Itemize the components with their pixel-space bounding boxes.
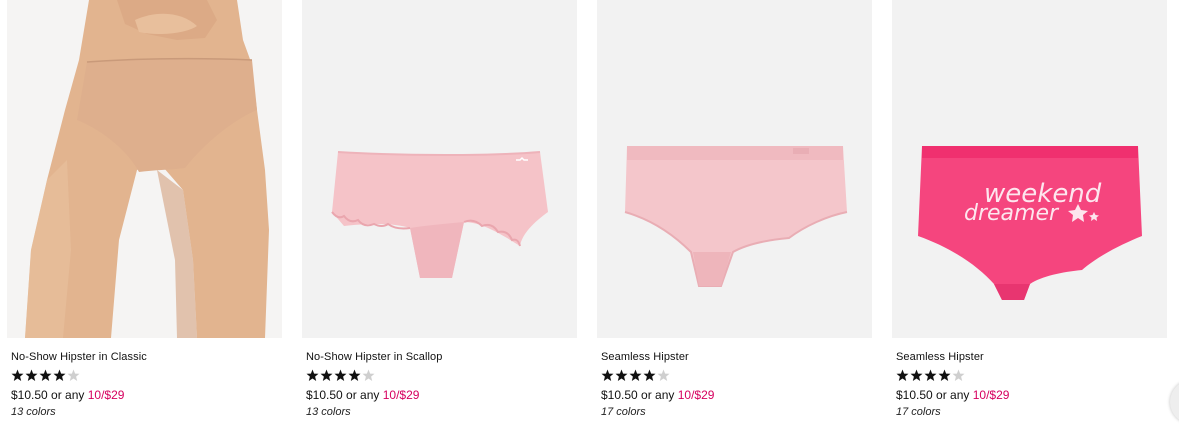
rating-stars[interactable] (601, 368, 673, 382)
product-price: $10.50 or any 10/$29 (896, 388, 1010, 402)
product-name[interactable]: No-Show Hipster in Scallop (306, 351, 443, 363)
product-card[interactable]: weekend dreamer Seamless Hipster $10.50 … (892, 0, 1167, 439)
color-count[interactable]: 17 colors (601, 406, 646, 418)
product-price: $10.50 or any 10/$29 (11, 388, 125, 402)
print-text-line2: dreamer (964, 201, 1060, 226)
rating-stars[interactable] (306, 368, 378, 382)
rating-stars[interactable] (896, 368, 968, 382)
product-card[interactable]: Seamless Hipster $10.50 or any 10/$29 17… (597, 0, 872, 439)
rating-stars[interactable] (11, 368, 83, 382)
product-name[interactable]: No-Show Hipster in Classic (11, 351, 147, 363)
product-image[interactable] (302, 0, 577, 338)
product-card[interactable]: No-Show Hipster in Scallop $10.50 or any… (302, 0, 577, 439)
product-image[interactable] (7, 0, 282, 338)
color-count[interactable]: 13 colors (306, 406, 351, 418)
product-price: $10.50 or any 10/$29 (601, 388, 715, 402)
product-grid: No-Show Hipster in Classic $10.50 or any… (0, 0, 1179, 439)
product-price: $10.50 or any 10/$29 (306, 388, 420, 402)
product-image[interactable] (597, 0, 872, 338)
product-image[interactable]: weekend dreamer (892, 0, 1167, 338)
color-count[interactable]: 13 colors (11, 406, 56, 418)
promo-offer[interactable]: 10/$29 (383, 388, 420, 402)
promo-offer[interactable]: 10/$29 (678, 388, 715, 402)
product-name[interactable]: Seamless Hipster (601, 351, 689, 363)
promo-offer[interactable]: 10/$29 (88, 388, 125, 402)
product-card[interactable]: No-Show Hipster in Classic $10.50 or any… (7, 0, 282, 439)
product-name[interactable]: Seamless Hipster (896, 351, 984, 363)
color-count[interactable]: 17 colors (896, 406, 941, 418)
promo-offer[interactable]: 10/$29 (973, 388, 1010, 402)
